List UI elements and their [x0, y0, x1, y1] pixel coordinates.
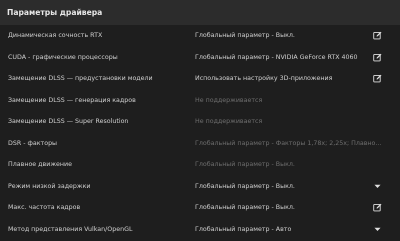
setting-value: Глобальный параметр - Выкл.	[195, 161, 295, 169]
setting-value: Глобальный параметр - Выкл.	[195, 204, 295, 212]
driver-settings-panel: Параметры драйвера Динамическая сочность…	[0, 0, 400, 241]
setting-value: Глобальный параметр - Выкл.	[195, 182, 295, 190]
setting-label: DSR - факторы	[8, 139, 58, 147]
setting-label: Метод представления Vulkan/OpenGL	[8, 225, 133, 233]
edit-icon[interactable]	[372, 74, 382, 84]
setting-label: CUDA - графические процессоры	[8, 53, 118, 61]
setting-value: Глобальный параметр - Выкл.	[195, 32, 295, 40]
setting-value: Не поддерживается	[195, 96, 263, 104]
setting-label: Замещение DLSS — предустановки модели	[8, 75, 153, 83]
setting-row[interactable]: Динамическая сочность RTX Глобальный пара…	[0, 25, 400, 47]
edit-icon[interactable]	[372, 31, 382, 41]
setting-value: Глобальный параметр - NVIDIA GeForce RTX…	[195, 53, 358, 61]
chevron-down-icon[interactable]	[372, 181, 382, 191]
setting-label: Макс. частота кадров	[8, 204, 81, 212]
chevron-down-icon[interactable]	[372, 224, 382, 234]
setting-value: Использовать настройку 3D-приложения	[195, 75, 333, 83]
setting-label: Замещение DLSS — Super Resolution	[8, 118, 129, 126]
section-header: Параметры драйвера	[0, 0, 400, 25]
setting-row[interactable]: Макс. частота кадров Глобальный параметр …	[0, 197, 400, 219]
setting-row: Замещение DLSS — генерация кадров Не подд…	[0, 89, 400, 111]
setting-value: Глобальный параметр - Авто	[195, 225, 292, 233]
setting-row: Плавное движение Глобальный параметр - Вы…	[0, 154, 400, 176]
setting-row[interactable]: Замещение DLSS — предустановки модели Исп…	[0, 68, 400, 90]
edit-icon[interactable]	[372, 203, 382, 213]
setting-row[interactable]: Режим низкой задержки Глобальный параметр…	[0, 175, 400, 197]
setting-label: Плавное движение	[8, 161, 72, 169]
edit-icon[interactable]	[372, 52, 382, 62]
setting-value: Не поддерживается	[195, 118, 263, 126]
setting-value: Глобальный параметр - Факторы 1,78x; 2,2…	[195, 139, 385, 147]
setting-label: Динамическая сочность RTX	[8, 32, 103, 40]
setting-row: DSR - факторы Глобальный параметр - Факто…	[0, 132, 400, 154]
section-title: Параметры драйвера	[7, 8, 103, 17]
setting-row[interactable]: CUDA - графические процессоры Глобальный …	[0, 46, 400, 68]
setting-row[interactable]: Метод представления Vulkan/OpenGL Глобаль…	[0, 218, 400, 240]
setting-label: Замещение DLSS — генерация кадров	[8, 96, 136, 104]
setting-row: Замещение DLSS — Super Resolution Не подд…	[0, 111, 400, 133]
setting-label: Режим низкой задержки	[8, 182, 91, 190]
settings-list: Динамическая сочность RTX Глобальный пара…	[0, 25, 400, 240]
